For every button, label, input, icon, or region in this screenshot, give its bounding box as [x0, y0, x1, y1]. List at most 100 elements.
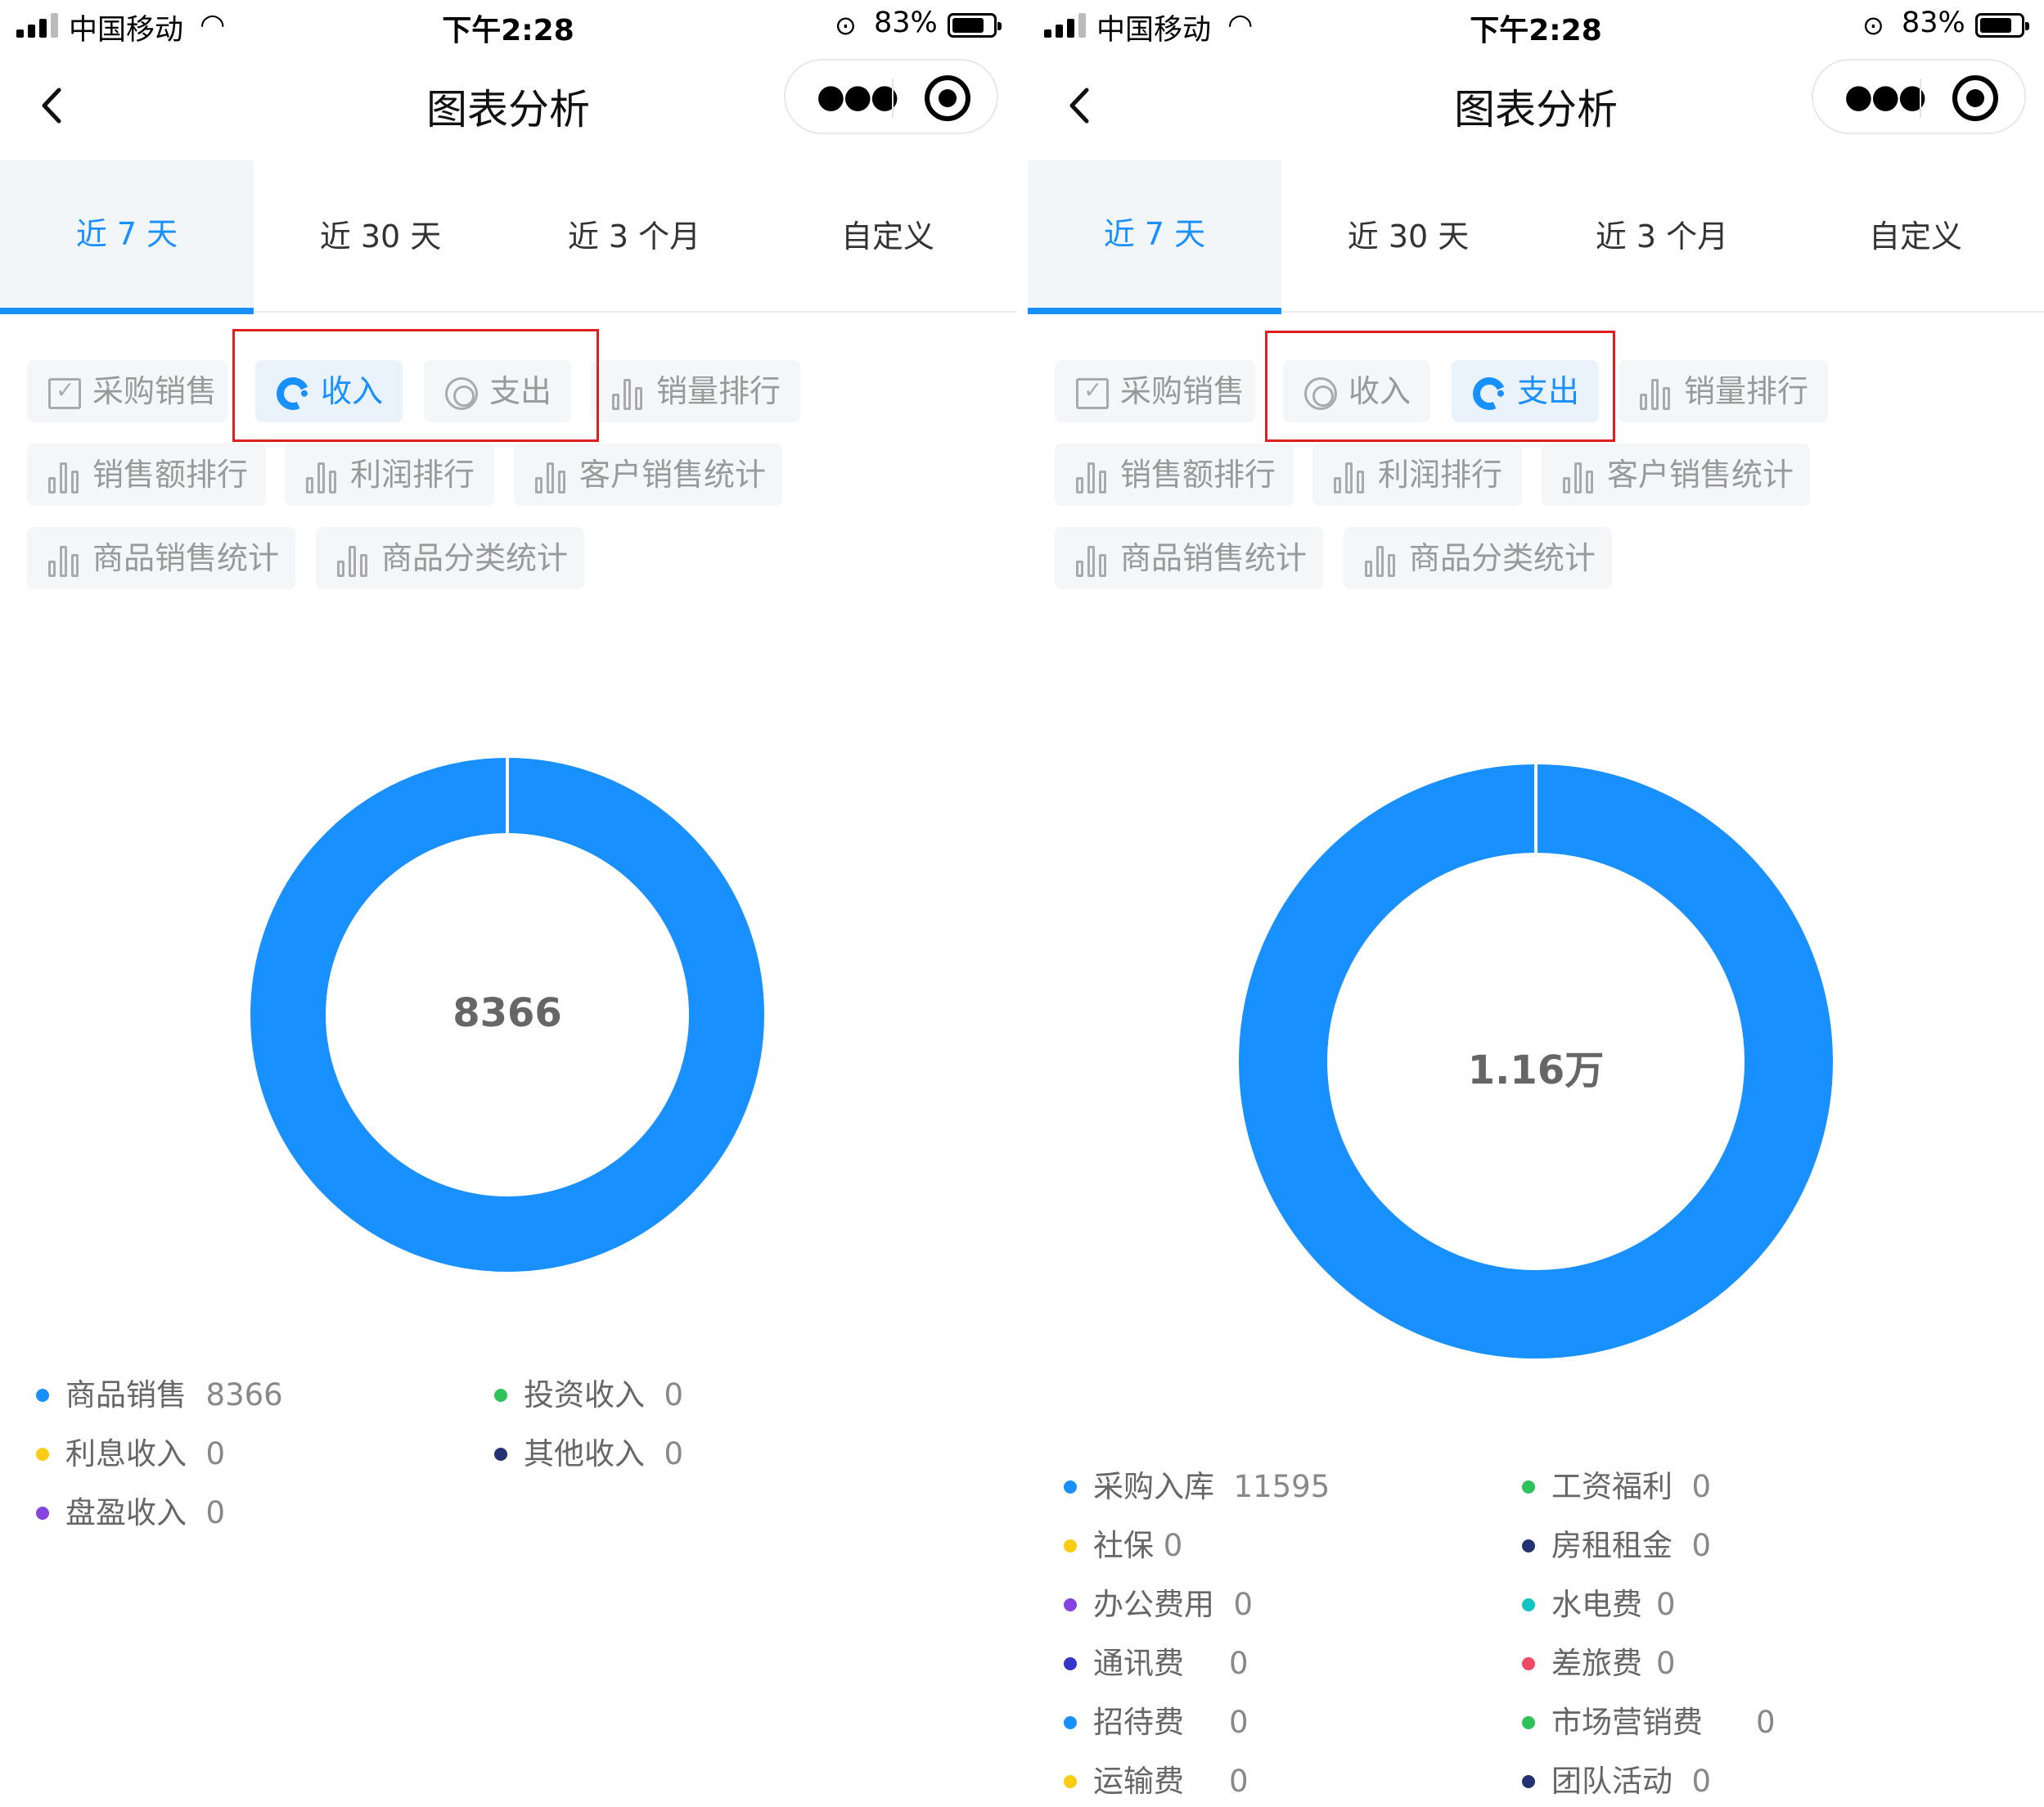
legend-name: 差旅费	[1551, 1646, 1642, 1681]
legend-item[interactable]: 利息收入 0	[36, 1434, 225, 1475]
legend-dot	[1064, 1539, 1077, 1552]
legend-dot	[1064, 1715, 1077, 1729]
legend-item[interactable]: 投资收入 0	[494, 1375, 683, 1416]
chip-label: 商品分类统计	[381, 540, 569, 576]
highlight-annotation-box	[1265, 331, 1615, 442]
chip-purchase-sales[interactable]: 采购销售	[1055, 360, 1255, 422]
miniprogram-capsule: ●●●	[1812, 59, 2026, 134]
battery-icon	[948, 13, 1002, 38]
legend-value: 0	[1656, 1646, 1676, 1681]
rotation-lock-icon: ⊙	[1862, 10, 1884, 41]
legend-item[interactable]: 办公费用 0	[1064, 1584, 1253, 1625]
tab-3-months[interactable]: 近 3 个月	[1535, 160, 1789, 313]
chip-label: 销量排行	[656, 373, 781, 409]
legend-name: 团队活动	[1551, 1764, 1673, 1799]
chip-profit-ranking[interactable]: 利润排行	[285, 444, 494, 506]
chip-volume-ranking[interactable]: 销量排行	[591, 360, 800, 422]
legend-dot	[1522, 1656, 1535, 1670]
legend-dot	[36, 1506, 49, 1520]
date-range-tabs: 近 7 天 近 30 天 近 3 个月 自定义	[1028, 160, 2044, 314]
chip-purchase-sales[interactable]: 采购销售	[27, 360, 227, 422]
legend-dot	[494, 1388, 507, 1402]
bar-chart-icon	[612, 377, 645, 410]
chip-label: 销售额排行	[92, 457, 249, 493]
legend-dot	[36, 1388, 49, 1402]
close-miniprogram-icon[interactable]	[1952, 75, 1998, 121]
legend-item[interactable]: 通讯费 0	[1064, 1643, 1249, 1684]
rotation-lock-icon: ⊙	[835, 10, 857, 41]
legend-item[interactable]: 盘盈收入 0	[36, 1493, 225, 1534]
legend-item[interactable]: 工资福利 0	[1522, 1467, 1711, 1507]
chip-category-stats[interactable]: 商品分类统计	[1344, 527, 1612, 589]
legend-item[interactable]: 水电费 0	[1522, 1584, 1676, 1625]
chip-product-sales-stats[interactable]: 商品销售统计	[1055, 527, 1323, 589]
legend-name: 采购入库	[1093, 1469, 1214, 1504]
legend-value: 0	[1229, 1646, 1249, 1681]
clock: 下午2:28	[1470, 14, 1602, 47]
legend-dot	[1522, 1774, 1535, 1788]
chip-label: 采购销售	[92, 373, 218, 409]
chip-volume-ranking[interactable]: 销量排行	[1619, 360, 1828, 422]
legend-dot	[1064, 1774, 1077, 1788]
tab-30-days[interactable]: 近 30 天	[1281, 160, 1535, 313]
donut-center-total: 1.16万	[1467, 1048, 1605, 1093]
chip-label: 利润排行	[1378, 457, 1503, 493]
legend-item[interactable]: 团队活动 0	[1522, 1761, 1711, 1802]
chip-label: 销量排行	[1684, 373, 1809, 409]
legend-name: 运输费	[1093, 1764, 1184, 1799]
tab-custom[interactable]: 自定义	[761, 160, 1015, 313]
legend-item[interactable]: 招待费 0	[1064, 1702, 1249, 1743]
nav-bar: 图表分析 ●●●	[1028, 52, 2044, 160]
bar-chart-icon	[48, 544, 81, 577]
chip-sales-amount-ranking[interactable]: 销售额排行	[1055, 444, 1294, 506]
bar-chart-icon	[48, 461, 81, 493]
battery-icon	[1975, 13, 2029, 38]
legend-value: 8366	[205, 1377, 283, 1413]
bar-chart-icon	[1365, 544, 1398, 577]
legend-value: 0	[1756, 1705, 1776, 1740]
chip-label: 销售额排行	[1120, 457, 1276, 493]
chip-sales-amount-ranking[interactable]: 销售额排行	[27, 444, 266, 506]
legend-item[interactable]: 市场营销费 0	[1522, 1702, 1776, 1743]
more-dots-icon[interactable]: ●●●	[1844, 79, 1927, 115]
legend-dot	[1522, 1715, 1535, 1729]
legend-value: 0	[664, 1377, 684, 1413]
legend-dot	[36, 1447, 49, 1461]
tab-7-days[interactable]: 近 7 天	[0, 160, 254, 314]
bar-chart-icon	[1640, 377, 1673, 410]
highlight-annotation-box	[232, 329, 599, 442]
chip-category-stats[interactable]: 商品分类统计	[316, 527, 584, 589]
bar-chart-icon	[337, 544, 370, 577]
clock: 下午2:28	[442, 14, 574, 47]
legend-name: 社保	[1093, 1528, 1154, 1563]
chip-product-sales-stats[interactable]: 商品销售统计	[27, 527, 295, 589]
legend-item[interactable]: 社保 0	[1064, 1525, 1182, 1566]
legend-value: 0	[1691, 1469, 1712, 1504]
tab-3-months[interactable]: 近 3 个月	[507, 160, 761, 313]
legend-item[interactable]: 商品销售 8366	[36, 1375, 283, 1416]
legend-dot	[1064, 1480, 1077, 1494]
tab-7-days[interactable]: 近 7 天	[1028, 160, 1281, 314]
legend-dot	[1522, 1539, 1535, 1552]
chip-customer-sales-stats[interactable]: 客户销售统计	[514, 444, 782, 506]
legend-dot	[494, 1447, 507, 1461]
legend-dot	[1064, 1656, 1077, 1670]
legend-value: 0	[1233, 1587, 1254, 1622]
battery-percent: 83%	[874, 7, 938, 39]
legend-value: 0	[1229, 1705, 1249, 1740]
legend-item[interactable]: 差旅费 0	[1522, 1643, 1676, 1684]
legend-item[interactable]: 其他收入 0	[494, 1434, 683, 1475]
legend-item[interactable]: 房租租金 0	[1522, 1525, 1711, 1566]
legend-item[interactable]: 运输费 0	[1064, 1761, 1249, 1802]
chip-label: 商品销售统计	[92, 540, 280, 576]
more-dots-icon[interactable]: ●●●	[817, 79, 899, 115]
chip-label: 采购销售	[1120, 373, 1245, 409]
chip-profit-ranking[interactable]: 利润排行	[1312, 444, 1522, 506]
tab-30-days[interactable]: 近 30 天	[254, 160, 507, 313]
legend-item[interactable]: 采购入库 11595	[1064, 1467, 1330, 1507]
capsule-divider	[1920, 79, 1921, 118]
chip-customer-sales-stats[interactable]: 客户销售统计	[1542, 444, 1810, 506]
status-bar: 中国移动 ◠ 下午2:28 ⊙ 83%	[1028, 0, 2044, 52]
close-miniprogram-icon[interactable]	[925, 75, 970, 121]
tab-custom[interactable]: 自定义	[1789, 160, 2042, 313]
